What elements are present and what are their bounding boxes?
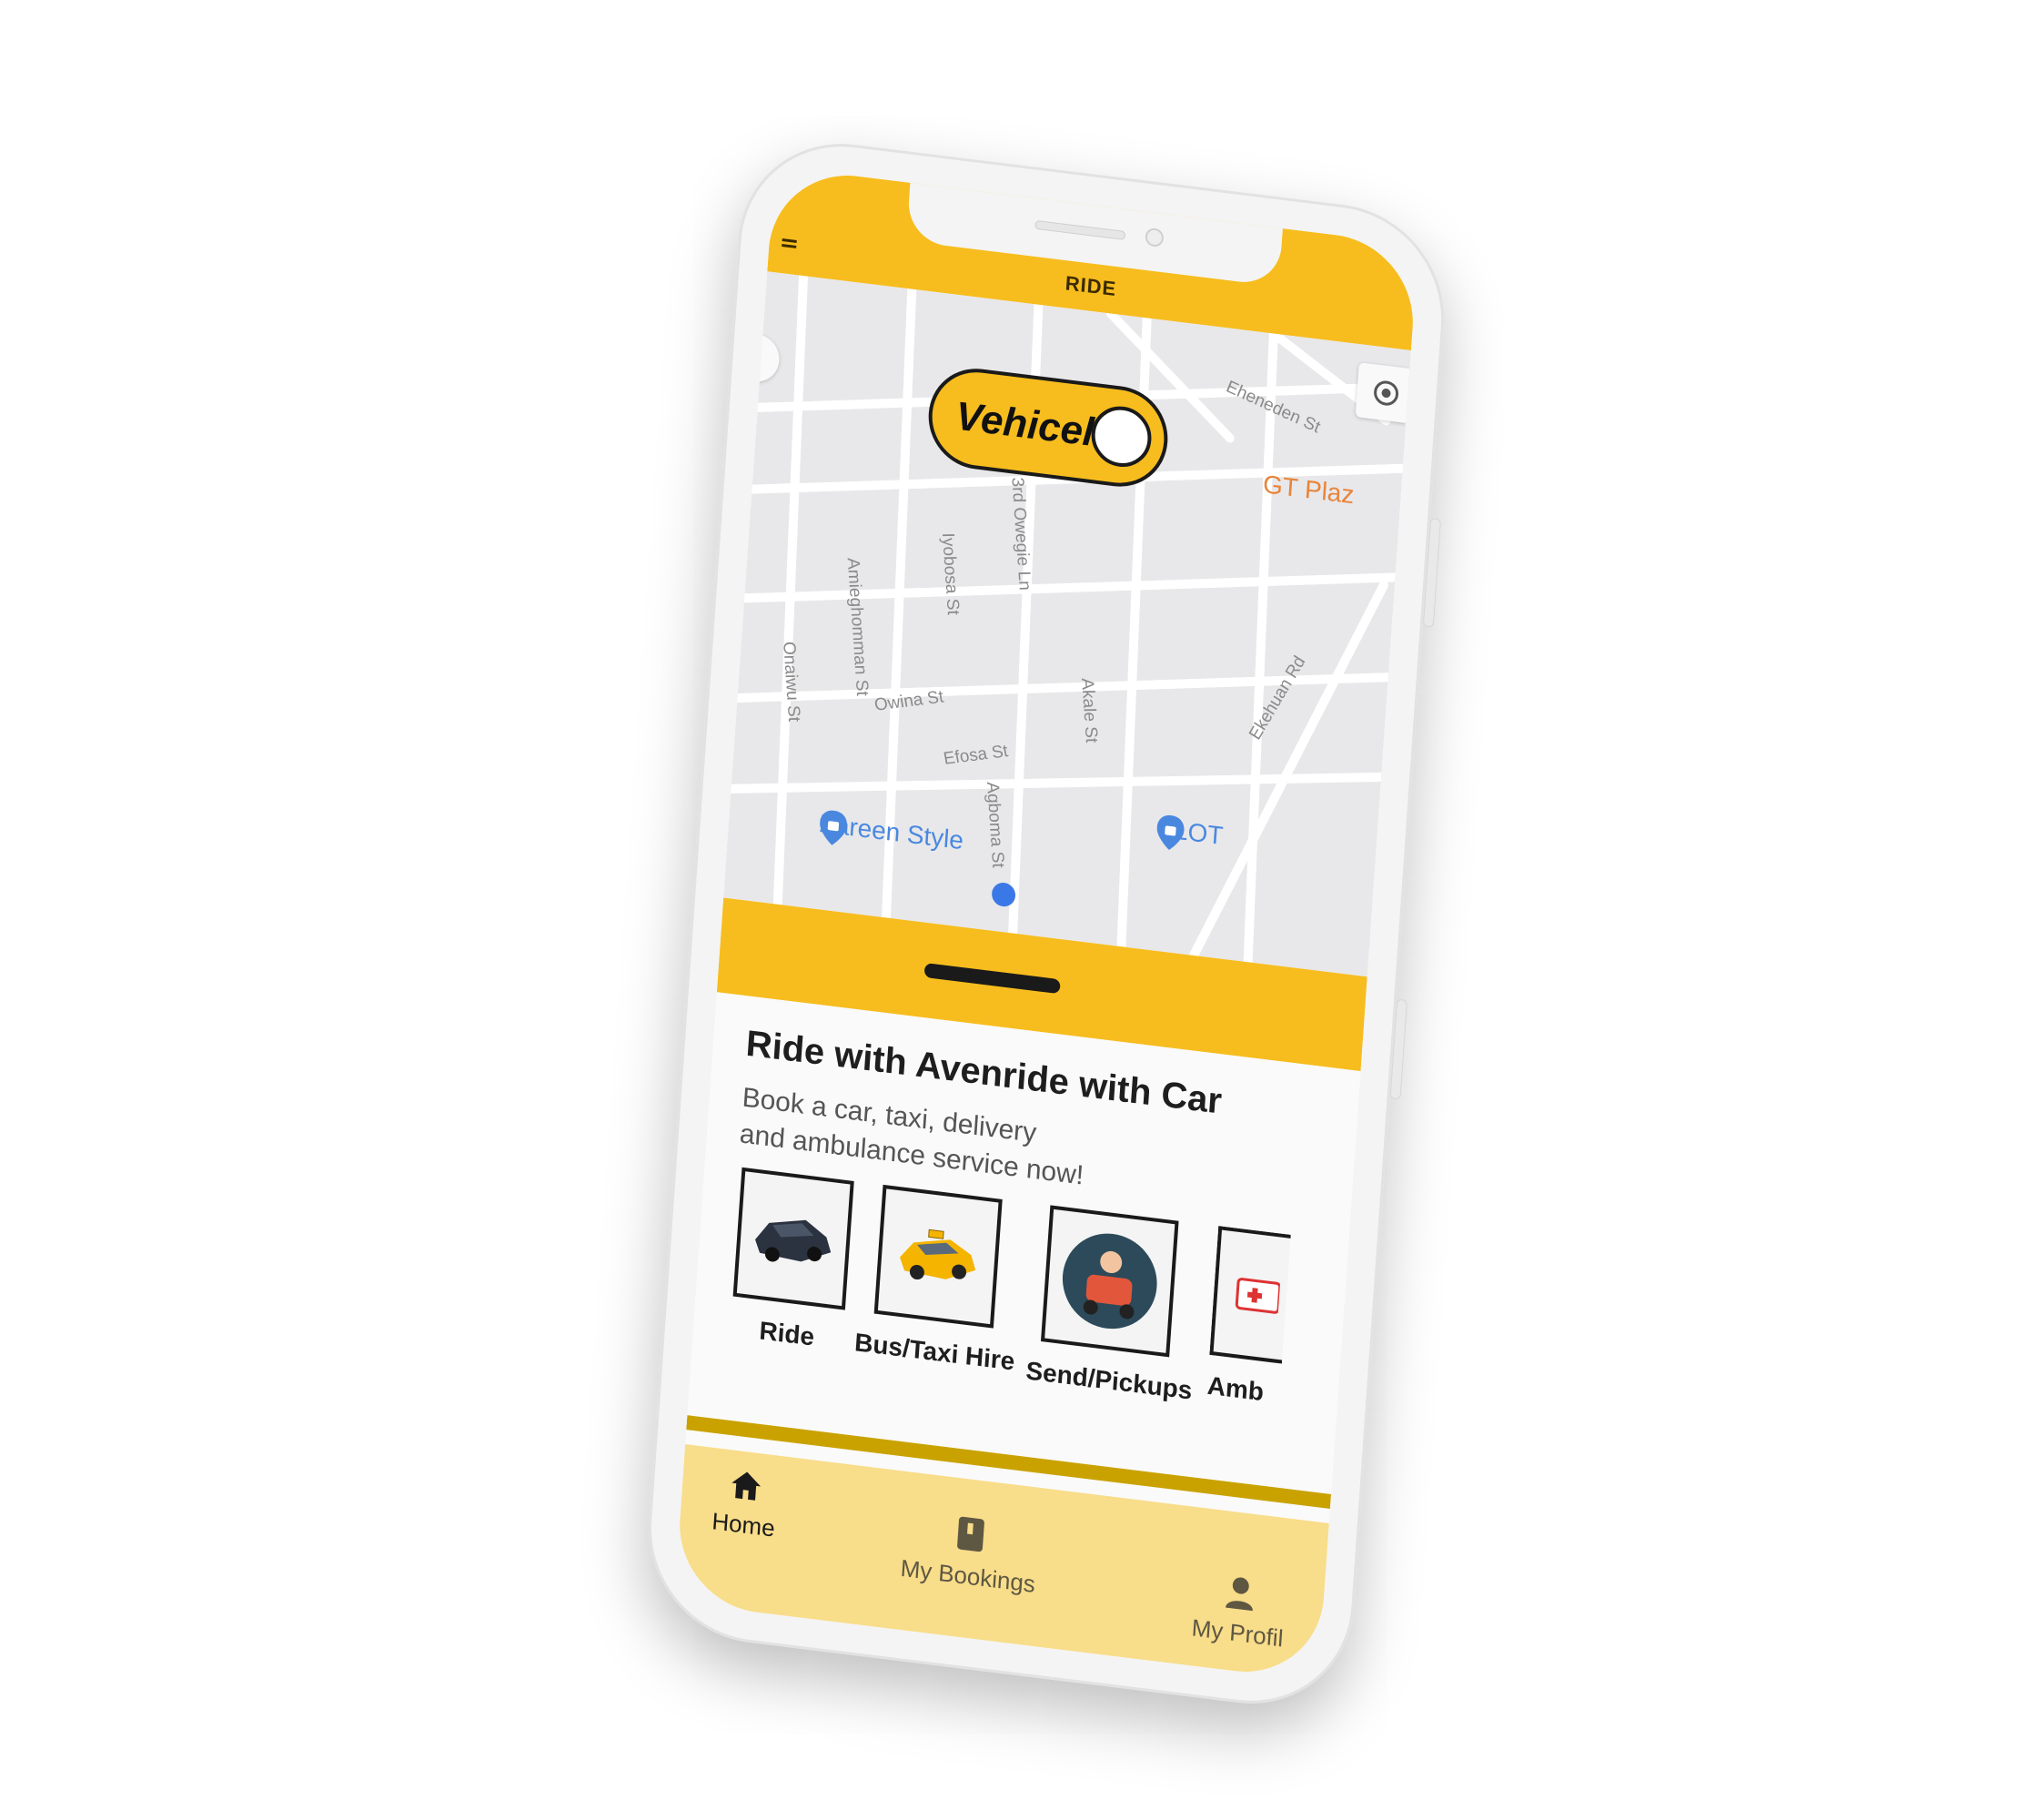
service-label: Amb (1206, 1370, 1265, 1407)
service-label: Send/Pickups (1024, 1356, 1194, 1405)
service-label: Bus/Taxi Hire (853, 1328, 1016, 1376)
courier-icon (1062, 1233, 1157, 1330)
service-ride[interactable]: Ride (718, 1166, 865, 1357)
bookmark-icon (957, 1516, 984, 1552)
my-location-button[interactable] (1355, 362, 1410, 423)
vehicle-toggle-label: Vehicel (953, 393, 1095, 456)
home-icon (731, 1471, 762, 1501)
nav-label: Home (711, 1507, 776, 1542)
nav-my-bookings[interactable]: My Bookings (876, 1505, 1063, 1602)
service-send-pickups[interactable]: Send/Pickups (1024, 1204, 1194, 1405)
ambulance-icon (1235, 1278, 1282, 1314)
toggle-knob (1089, 402, 1154, 470)
service-image (732, 1167, 854, 1310)
speaker (1034, 219, 1126, 240)
nav-label: My Bookings (899, 1553, 1036, 1598)
crosshair-icon (1374, 380, 1399, 406)
shopping-pin-icon (820, 810, 847, 845)
car-icon (755, 1219, 832, 1262)
map-view[interactable]: Eheneden St 3rd Owegie Ln Iyobosa St Ami… (723, 271, 1411, 977)
front-camera (1145, 227, 1165, 248)
bottom-sheet-content: Ride with Avenride with Car Book a car, … (687, 992, 1361, 1490)
profile-icon (1226, 1577, 1253, 1612)
service-list: Ride Bus/Taxi Hire Send/Pickups Amb (716, 1166, 1355, 1451)
nav-my-profile[interactable]: My Profil (1165, 1568, 1314, 1656)
phone-screen: RIDE Eheneden St 3rd Owegie Ln Iyobosa S… (673, 166, 1419, 1682)
service-image (873, 1184, 1003, 1329)
nav-home[interactable]: Home (697, 1464, 792, 1544)
service-image (1209, 1226, 1291, 1364)
nav-label: My Profil (1190, 1613, 1285, 1653)
map-roads (726, 271, 1411, 967)
service-label: Ride (758, 1316, 816, 1351)
service-image (1040, 1205, 1179, 1358)
drag-handle[interactable] (923, 962, 1061, 995)
mockup-stage: RIDE Eheneden St 3rd Owegie Ln Iyobosa S… (0, 0, 2038, 1820)
service-bus-taxi-hire[interactable]: Bus/Taxi Hire (853, 1183, 1019, 1376)
taxi-icon (900, 1228, 976, 1280)
service-ambulance[interactable]: Amb (1206, 1226, 1291, 1409)
phone-mockup: RIDE Eheneden St 3rd Owegie Ln Iyobosa S… (641, 131, 1452, 1716)
shopping-pin-icon (1156, 814, 1185, 850)
